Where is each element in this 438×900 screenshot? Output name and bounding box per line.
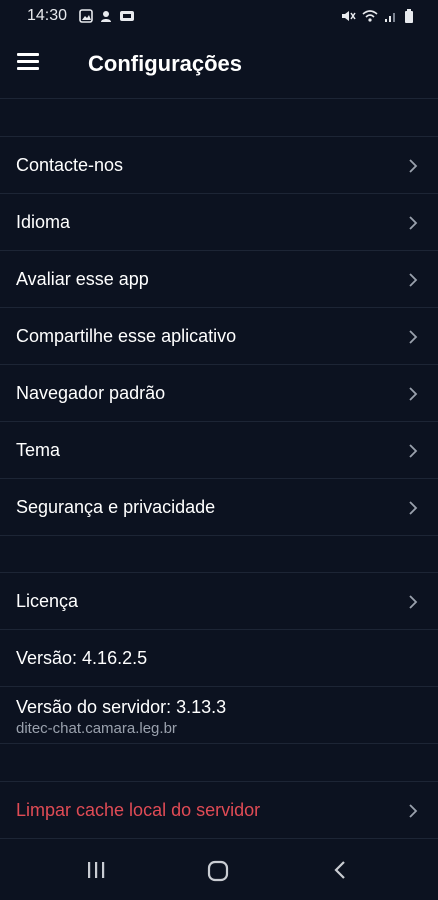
settings-item-label: Segurança e privacidade (16, 497, 216, 517)
signal-icon (385, 13, 395, 22)
system-navigation-bar (0, 842, 438, 900)
server-version-text: Versão do servidor: 3.13.3 (16, 697, 227, 717)
hamburger-menu-icon[interactable] (17, 53, 39, 71)
chevron-right-icon (409, 330, 418, 344)
settings-item-label: Licença (16, 591, 79, 611)
status-bar: 14:30 (0, 0, 438, 32)
settings-item-label: Contacte-nos (16, 155, 124, 175)
settings-item-share-app[interactable]: Compartilhe esse aplicativo (0, 308, 438, 365)
chevron-right-icon (409, 501, 418, 515)
badge-icon (120, 11, 134, 21)
chevron-right-icon (409, 273, 418, 287)
settings-list-danger: Limpar cache local do servidor (0, 782, 438, 839)
section-gap (0, 536, 438, 573)
notification-icon (101, 11, 111, 22)
status-icons-left (79, 8, 135, 24)
settings-item-version: Versão: 4.16.2.5 (0, 630, 438, 687)
settings-item-rate-app[interactable]: Avaliar esse app (0, 251, 438, 308)
settings-list-main: Contacte-nos Idioma Avaliar esse app Com… (0, 137, 438, 536)
battery-icon (405, 9, 413, 23)
settings-item-label: Idioma (16, 212, 71, 232)
chevron-right-icon (409, 444, 418, 458)
settings-item-label: Tema (16, 440, 61, 460)
chevron-right-icon (409, 159, 418, 173)
settings-item-label: Navegador padrão (16, 383, 166, 403)
settings-item-label: Avaliar esse app (16, 269, 149, 289)
settings-item-license[interactable]: Licença (0, 573, 438, 630)
chevron-right-icon (409, 216, 418, 230)
settings-item-language[interactable]: Idioma (0, 194, 438, 251)
chevron-right-icon (409, 387, 418, 401)
server-host-text: ditec-chat.camara.leg.br (16, 720, 177, 737)
chevron-right-icon (409, 804, 418, 818)
app-bar: Configurações (0, 32, 438, 99)
app-version-text: Versão: 4.16.2.5 (16, 648, 148, 668)
chevron-right-icon (409, 595, 418, 609)
home-icon[interactable] (207, 860, 229, 882)
recent-apps-icon[interactable] (86, 860, 106, 880)
status-time: 14:30 (27, 7, 68, 24)
section-gap (0, 744, 438, 782)
clear-cache-label: Limpar cache local do servidor (16, 800, 261, 820)
settings-item-label: Compartilhe esse aplicativo (16, 326, 237, 346)
clear-cache-button[interactable]: Limpar cache local do servidor (0, 782, 438, 839)
mute-icon (342, 11, 356, 21)
settings-item-theme[interactable]: Tema (0, 422, 438, 479)
settings-item-server-version: Versão do servidor: 3.13.3 ditec-chat.ca… (0, 687, 438, 744)
page-title: Configurações (88, 51, 243, 76)
image-icon (79, 9, 93, 23)
settings-item-default-browser[interactable]: Navegador padrão (0, 365, 438, 422)
settings-list-info: Licença Versão: 4.16.2.5 Versão do servi… (0, 573, 438, 744)
status-icons-right (340, 8, 414, 24)
settings-item-security-privacy[interactable]: Segurança e privacidade (0, 479, 438, 536)
back-icon[interactable] (333, 860, 347, 880)
settings-item-contact[interactable]: Contacte-nos (0, 137, 438, 194)
wifi-icon (362, 10, 378, 22)
section-gap (0, 99, 438, 137)
